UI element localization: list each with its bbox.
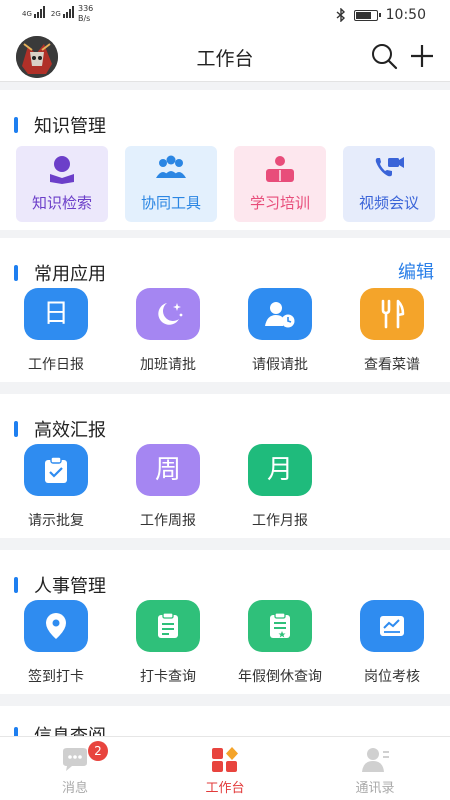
app-label: 加班请批	[140, 357, 196, 373]
app-leave-approval[interactable]: 请假请批	[224, 288, 336, 378]
assessment-icon	[380, 616, 404, 636]
card-learning[interactable]: 学习培训	[234, 146, 326, 222]
app-label: 工作月报	[252, 513, 308, 529]
add-icon[interactable]	[408, 42, 436, 70]
team-icon	[156, 155, 186, 178]
app-daily-report[interactable]: 日 工作日报	[0, 288, 112, 378]
leave-icon	[265, 302, 295, 328]
tab-workbench[interactable]: 工作台	[150, 737, 300, 800]
bluetooth-icon	[336, 8, 345, 22]
signal-4g-icon: 4G	[22, 6, 45, 18]
app-label: 签到打卡	[28, 669, 84, 685]
section-knowledge: 知识管理 知识检索 协同工具 学习培训 视频会议	[0, 90, 450, 230]
section-marker	[14, 421, 18, 437]
card-label: 视频会议	[358, 194, 419, 212]
leave-query-icon	[270, 612, 290, 638]
section-title: 常用应用	[34, 264, 106, 285]
app-label: 工作周报	[140, 513, 196, 529]
section-common-apps: 常用应用 编辑 日 工作日报 加班请批 请假请批 查看菜谱	[0, 238, 450, 382]
section-title: 信息查阅	[34, 722, 106, 736]
app-monthly-report[interactable]: 月 工作月报	[224, 444, 336, 534]
app-label: 查看菜谱	[364, 357, 420, 373]
app-label: 岗位考核	[364, 669, 420, 685]
tab-label: 消息	[61, 781, 88, 796]
section-reports: 高效汇报 请示批复 周 工作周报 月 工作月报	[0, 394, 450, 538]
contacts-icon	[362, 748, 389, 772]
speed-value: 336	[78, 4, 94, 13]
card-label: 知识检索	[31, 194, 92, 212]
network-type-2: 2G	[50, 10, 61, 18]
reader-icon	[50, 156, 74, 184]
card-label: 协同工具	[140, 194, 201, 212]
app-checkin-query[interactable]: 打卡查询	[112, 600, 224, 690]
video-icon	[375, 157, 404, 177]
tab-messages[interactable]: 2 消息	[0, 737, 150, 800]
app-menu[interactable]: 查看菜谱	[336, 288, 448, 378]
edit-button[interactable]: 编辑	[398, 258, 434, 284]
status-bar: 4G 2G 336 B/s 10:50	[0, 0, 450, 30]
bottom-tab-bar: 2 消息 工作台 通讯录	[0, 736, 450, 800]
signal-2g-icon: 2G	[51, 6, 74, 18]
card-knowledge-search[interactable]: 知识检索	[16, 146, 108, 222]
section-info: 信息查阅	[0, 706, 450, 736]
section-marker	[14, 265, 18, 281]
app-overtime-approval[interactable]: 加班请批	[112, 288, 224, 378]
app-weekly-report[interactable]: 周 工作周报	[112, 444, 224, 534]
app-checkin[interactable]: 签到打卡	[0, 600, 112, 690]
app-label: 请假请批	[252, 357, 308, 373]
weekly-report-icon: 周	[154, 455, 181, 485]
clock: 10:50	[385, 7, 426, 23]
workbench-icon	[212, 747, 238, 772]
tab-label: 通讯录	[355, 781, 395, 796]
checkin-query-icon	[158, 612, 178, 638]
learning-icon	[266, 156, 294, 182]
unread-badge: 2	[88, 741, 108, 761]
monthly-report-icon: 月	[266, 455, 293, 485]
section-title: 高效汇报	[34, 420, 106, 441]
app-leave-query[interactable]: 年假倒休查询	[224, 600, 336, 690]
app-assessment[interactable]: 岗位考核	[336, 600, 448, 690]
daily-report-icon: 日	[42, 299, 69, 329]
section-hr: 人事管理 签到打卡 打卡查询 年假倒休查询 岗位考核	[0, 550, 450, 694]
tab-contacts[interactable]: 通讯录	[300, 737, 450, 800]
app-label: 年假倒休查询	[238, 669, 322, 685]
section-marker	[14, 727, 18, 736]
app-request-reply[interactable]: 请示批复	[0, 444, 112, 534]
app-label: 请示批复	[28, 513, 84, 529]
section-marker	[14, 117, 18, 133]
message-icon	[63, 748, 87, 771]
fork-knife-icon	[381, 299, 405, 329]
app-label: 工作日报	[28, 357, 84, 373]
search-icon[interactable]	[370, 42, 398, 70]
section-title: 知识管理	[34, 116, 106, 137]
top-header: 工作台	[0, 30, 450, 82]
card-label: 学习培训	[249, 194, 310, 212]
speed-unit: B/s	[78, 14, 91, 23]
network-speed: 336 B/s	[78, 4, 93, 24]
signal-indicators: 4G 2G	[22, 6, 74, 18]
tab-label: 工作台	[205, 781, 245, 796]
section-title: 人事管理	[34, 576, 106, 597]
card-video-meeting[interactable]: 视频会议	[343, 146, 435, 222]
section-marker	[14, 577, 18, 593]
network-type-1: 4G	[22, 10, 32, 18]
battery-icon	[353, 9, 381, 21]
moon-icon	[158, 303, 183, 325]
app-label: 打卡查询	[140, 669, 196, 685]
location-icon	[46, 613, 66, 639]
card-collab-tools[interactable]: 协同工具	[125, 146, 217, 222]
clipboard-check-icon	[45, 456, 67, 483]
